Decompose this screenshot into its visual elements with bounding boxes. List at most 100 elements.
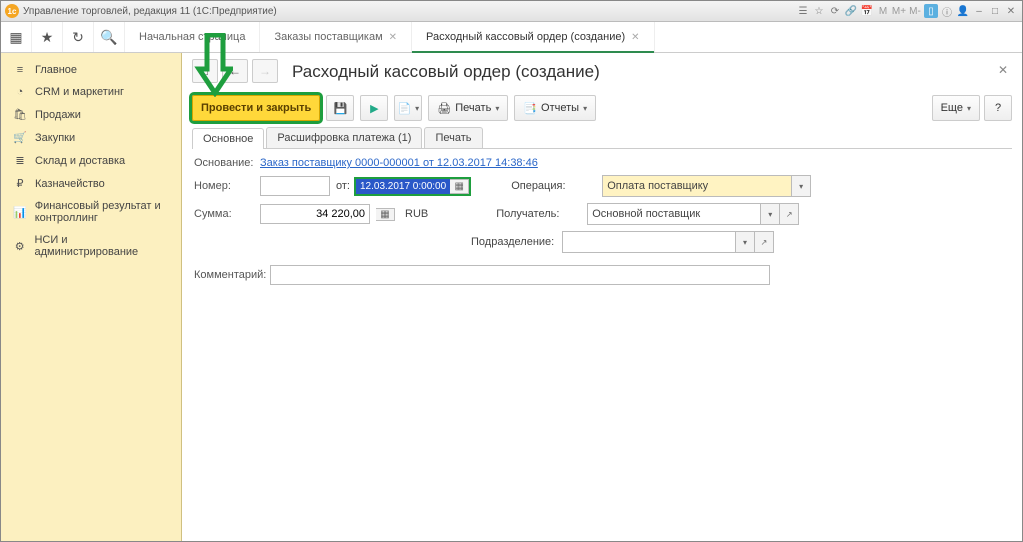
basis-label: Основание: <box>194 157 254 169</box>
gear-icon: ⚙ <box>13 240 26 253</box>
app-logo-icon: 1c <box>5 4 19 18</box>
sidebar-item-purchases[interactable]: 🛒Закупки <box>1 126 181 149</box>
payee-label: Получатель: <box>496 208 581 220</box>
number-label: Номер: <box>194 180 254 192</box>
tab-close-icon[interactable]: ✕ <box>389 32 397 43</box>
print-button[interactable]: 🖨Печать▾ <box>428 95 508 121</box>
info-icon[interactable]: ⓘ <box>940 4 954 18</box>
sys-icon[interactable]: M- <box>908 4 922 18</box>
sidebar-item-label: Продажи <box>35 109 81 121</box>
tab-orders[interactable]: Заказы поставщикам ✕ <box>260 22 412 52</box>
chart-icon: ◔ <box>13 86 27 98</box>
sys-icon[interactable]: 📅 <box>860 4 874 18</box>
post-icon: ▶ <box>370 102 378 115</box>
sys-icon[interactable]: ☆ <box>812 4 826 18</box>
date-field-wrapper: 12.03.2017 0:00:00 ▦ <box>356 179 469 194</box>
division-label: Подразделение: <box>471 236 556 248</box>
subtab-label: Основное <box>203 133 253 145</box>
sidebar-item-treasury[interactable]: ₽Казначейство <box>1 172 181 195</box>
calculator-icon[interactable]: ▦ <box>376 208 395 221</box>
subtab-main[interactable]: Основное <box>192 128 264 149</box>
maximize-icon[interactable]: □ <box>988 4 1002 18</box>
sidebar-item-main[interactable]: ≡Главное <box>1 59 181 81</box>
sys-icon[interactable]: ⟳ <box>828 4 842 18</box>
open-icon[interactable]: ↗ <box>780 203 799 225</box>
apps-grid-icon[interactable]: ▦ <box>1 22 32 52</box>
sum-field[interactable] <box>260 204 370 224</box>
tab-label: Расходный кассовый ордер (создание) <box>426 31 625 43</box>
user-icon[interactable]: 👤 <box>956 4 970 18</box>
basis-link[interactable]: Заказ поставщику 0000-000001 от 12.03.20… <box>260 157 538 169</box>
nav-forward-button[interactable]: → <box>252 59 278 83</box>
document-form: Основание: Заказ поставщику 0000-000001 … <box>192 149 1012 293</box>
page-toolbar: Провести и закрыть 💾 ▶ 📄▾ 🖨 Печать ▾ 📑 Отче… <box>192 95 1012 121</box>
subtab-print[interactable]: Печать <box>424 127 482 148</box>
subtab-label: Расшифровка платежа (1) <box>277 132 411 144</box>
number-field[interactable] <box>260 176 330 196</box>
create-based-button[interactable]: 📄▾ <box>394 95 422 121</box>
subtab-label: Печать <box>435 132 471 144</box>
dropdown-icon[interactable]: ▾ <box>792 175 811 197</box>
bag-icon: 🛍 <box>13 108 27 121</box>
tab-close-icon[interactable]: ✕ <box>631 32 639 43</box>
sum-label: Сумма: <box>194 208 254 220</box>
os-titlebar: 1c Управление торговлей, редакция 11 (1С… <box>1 1 1022 22</box>
bars-icon: 📊 <box>13 206 27 219</box>
payee-select[interactable]: Основной поставщик <box>587 203 761 225</box>
button-label: Еще <box>941 102 963 114</box>
sidebar-item-label: Склад и доставка <box>35 155 125 167</box>
division-select[interactable] <box>562 231 736 253</box>
from-label: от: <box>336 180 350 192</box>
create-icon: 📄 <box>397 102 411 115</box>
printer-icon: 🖨 <box>437 102 451 115</box>
minimize-icon[interactable]: – <box>972 4 986 18</box>
close-icon[interactable]: ✕ <box>1004 4 1018 18</box>
caret-icon: ▾ <box>583 104 587 113</box>
search-icon[interactable]: 🔍 <box>94 22 125 52</box>
sys-icon[interactable]: 🔗 <box>844 4 858 18</box>
close-page-icon[interactable]: ✕ <box>998 63 1008 77</box>
window-title: Управление торговлей, редакция 11 (1С:Пр… <box>23 6 277 17</box>
operation-label: Операция: <box>511 180 596 192</box>
comment-label: Комментарий: <box>194 269 264 281</box>
more-button[interactable]: Еще▾ <box>932 95 980 121</box>
button-label: Отчеты <box>541 102 579 114</box>
save-button[interactable]: 💾 <box>326 95 354 121</box>
dropdown-icon[interactable]: ▾ <box>736 231 755 253</box>
history-icon[interactable]: ↻ <box>63 22 94 52</box>
subtab-payment-detail[interactable]: Расшифровка платежа (1) <box>266 127 422 148</box>
comment-field[interactable] <box>270 265 770 285</box>
sidebar-item-warehouse[interactable]: ≣ Склад и доставка <box>1 149 181 172</box>
sidebar-item-finresults[interactable]: 📊Финансовый результат и контроллинг <box>1 195 181 229</box>
operation-select[interactable]: Оплата поставщику <box>602 175 792 197</box>
button-label: Провести и закрыть <box>201 102 311 114</box>
select-value: Основной поставщик <box>592 208 700 220</box>
currency-label: RUB <box>405 208 428 220</box>
list-icon: ≣ <box>13 154 27 167</box>
sys-icon[interactable]: ▯ <box>924 4 938 18</box>
report-icon: 📑 <box>523 102 537 115</box>
page-subtabs: Основное Расшифровка платежа (1) Печать <box>192 127 1012 149</box>
sys-icon[interactable]: M <box>876 4 890 18</box>
tab-cash-order[interactable]: Расходный кассовый ордер (создание) ✕ <box>412 22 655 52</box>
annotation-arrow-icon <box>193 33 233 97</box>
save-icon: 💾 <box>333 102 347 115</box>
help-button[interactable]: ? <box>984 95 1012 121</box>
sys-icon[interactable]: M+ <box>892 4 906 18</box>
sys-icon[interactable]: ☰ <box>796 4 810 18</box>
sidebar-item-sales[interactable]: 🛍 Продажи <box>1 103 181 126</box>
sidebar-item-label: Главное <box>35 64 77 76</box>
open-icon[interactable]: ↗ <box>755 231 774 253</box>
reports-button[interactable]: 📑 Отчеты ▾ <box>514 95 596 121</box>
button-label: Печать <box>455 102 491 114</box>
sidebar-item-crm[interactable]: ◔ CRM и маркетинг <box>1 81 181 103</box>
date-field[interactable]: 12.03.2017 0:00:00 <box>356 179 450 194</box>
dropdown-icon[interactable]: ▾ <box>761 203 780 225</box>
favorites-icon[interactable]: ★ <box>32 22 63 52</box>
post-and-close-button[interactable]: Провести и закрыть <box>192 95 320 121</box>
calendar-icon[interactable]: ▦ <box>450 179 469 194</box>
post-button[interactable]: ▶ <box>360 95 388 121</box>
sidebar-item-label: CRM и маркетинг <box>35 86 124 98</box>
tab-label: Заказы поставщикам <box>274 31 382 43</box>
sidebar-item-nsi[interactable]: ⚙НСИ и администрирование <box>1 229 181 263</box>
